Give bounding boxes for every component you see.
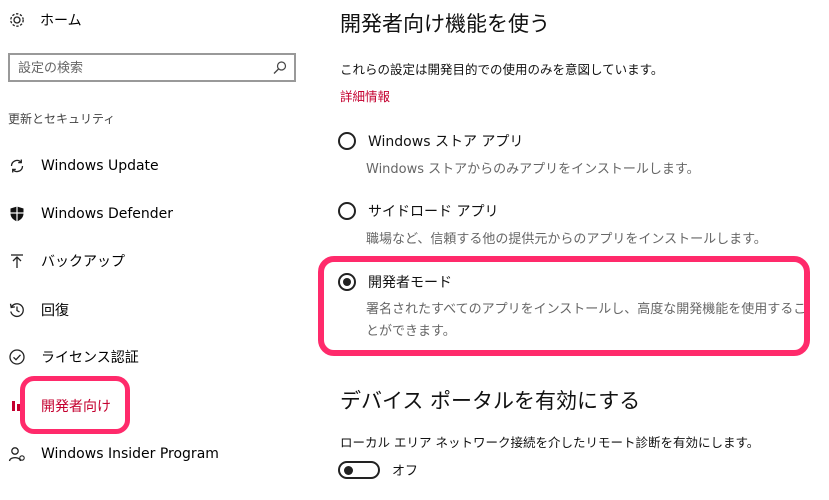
insider-person-icon xyxy=(8,445,26,463)
sidebar-item-insider-program[interactable]: Windows Insider Program xyxy=(8,442,219,466)
upload-arrow-icon xyxy=(8,252,26,270)
sidebar-item-recovery[interactable]: 回復 xyxy=(8,298,69,322)
sidebar-item-windows-update[interactable]: Windows Update xyxy=(8,154,159,178)
device-portal-description: ローカル エリア ネットワーク接続を介したリモート診断を有効にします。 xyxy=(340,435,760,450)
option-label: 開発者モード xyxy=(368,275,452,291)
annotation-highlight-developers xyxy=(20,376,130,434)
radio-button[interactable] xyxy=(338,202,356,220)
option-label: サイドロード アプリ xyxy=(368,204,499,220)
home-nav-item[interactable]: ホーム xyxy=(8,10,82,30)
radio-button[interactable] xyxy=(338,132,356,150)
sidebar-item-activation[interactable]: ライセンス認証 xyxy=(8,345,139,369)
option-store-apps[interactable]: Windows ストア アプリ xyxy=(338,131,523,151)
settings-search-box[interactable] xyxy=(8,53,296,82)
sidebar-item-label: 回復 xyxy=(41,303,69,319)
history-icon xyxy=(8,301,26,319)
home-label: ホーム xyxy=(40,13,82,29)
gear-icon xyxy=(8,11,26,29)
option-description: 職場など、信頼する他の提供元からのアプリをインストールします。 xyxy=(366,232,767,247)
refresh-icon xyxy=(8,157,26,175)
sidebar-item-label: ライセンス認証 xyxy=(41,350,139,366)
details-link[interactable]: 詳細情報 xyxy=(340,86,390,105)
shield-icon xyxy=(8,205,26,223)
option-label: Windows ストア アプリ xyxy=(368,134,524,150)
sidebar-item-windows-defender[interactable]: Windows Defender xyxy=(8,202,173,226)
option-description: Windows ストアからのみアプリをインストールします。 xyxy=(366,162,700,177)
section-heading-device-portal: デバイス ポータルを有効にする xyxy=(340,389,641,413)
section-title: 更新とセキュリティ xyxy=(8,112,116,126)
toggle-state-label: オフ xyxy=(392,464,419,479)
option-sideload-apps[interactable]: サイドロード アプリ xyxy=(338,201,498,221)
sidebar-item-label: Windows Defender xyxy=(41,206,174,222)
sidebar: ホーム 更新とセキュリティ Windows Update Windows Def… xyxy=(0,0,310,500)
page-description: これらの設定は開発目的での使用のみを意図しています。 xyxy=(340,62,664,77)
device-portal-toggle-row[interactable]: オフ xyxy=(338,460,418,479)
page-title: 開発者向け機能を使う xyxy=(340,12,550,36)
sidebar-item-label: Windows Update xyxy=(41,158,159,174)
sidebar-item-backup[interactable]: バックアップ xyxy=(8,249,125,273)
device-portal-toggle[interactable] xyxy=(338,460,380,479)
sidebar-item-label: バックアップ xyxy=(41,254,125,270)
check-circle-icon xyxy=(8,348,26,366)
option-description-line-1: 署名されたすべてのアプリをインストールし、高度な開発機能を使用するこ xyxy=(366,302,807,317)
main-panel: 開発者向け機能を使う これらの設定は開発目的での使用のみを意図しています。 詳細… xyxy=(318,0,829,500)
search-icon[interactable] xyxy=(272,60,288,76)
sidebar-item-label: Windows Insider Program xyxy=(41,446,219,462)
radio-button-selected[interactable] xyxy=(338,273,356,291)
option-description-line-2: とができます。 xyxy=(366,324,456,339)
option-developer-mode[interactable]: 開発者モード xyxy=(338,272,452,292)
search-input[interactable] xyxy=(18,59,268,77)
